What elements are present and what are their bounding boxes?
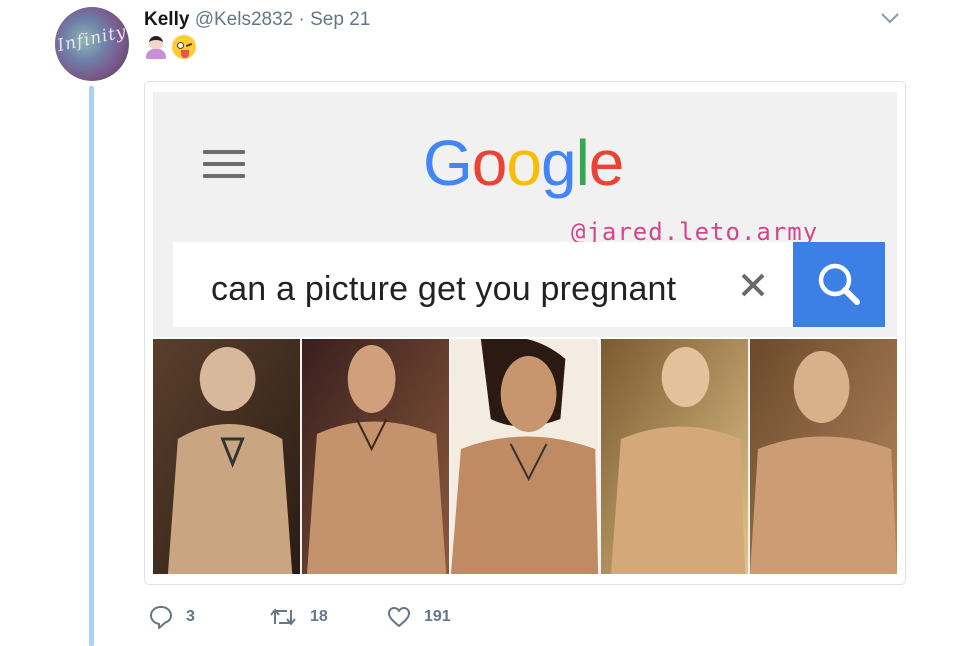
- search-icon: [818, 263, 860, 305]
- winking-face-with-tongue-icon: [172, 35, 196, 59]
- search-bar: can a picture get you pregnant: [173, 242, 793, 327]
- avatar[interactable]: Infinity: [55, 7, 129, 81]
- clear-icon: [738, 270, 768, 300]
- search-button: [793, 242, 885, 327]
- google-logo-letter: g: [540, 127, 577, 199]
- reply-icon: [150, 606, 172, 629]
- thread-connector-line: [89, 86, 94, 646]
- photo-1: [153, 339, 301, 574]
- google-logo-letter: e: [588, 127, 625, 199]
- author-name[interactable]: Kelly: [144, 9, 189, 30]
- reply-button[interactable]: 3: [148, 603, 268, 631]
- google-logo: Google: [423, 126, 625, 200]
- chevron-down-icon[interactable]: [878, 8, 902, 28]
- google-logo-letter: G: [423, 127, 473, 199]
- tweet-date[interactable]: Sep 21: [310, 9, 370, 30]
- author-handle[interactable]: @Kels2832: [195, 9, 294, 30]
- like-button[interactable]: 191: [386, 603, 506, 631]
- google-logo-letter: l: [575, 127, 590, 199]
- like-count: 191: [424, 608, 451, 625]
- tweet-text: [144, 35, 196, 59]
- retweet-button[interactable]: 18: [268, 603, 386, 631]
- tweet-actions: 3 18 191: [148, 603, 506, 631]
- heart-icon: [388, 607, 410, 627]
- avatar-text: Infinity: [55, 21, 129, 57]
- google-screenshot: Google @jared.leto.army can a picture ge…: [153, 92, 897, 337]
- google-logo-letter: o: [506, 127, 542, 199]
- tweet-media-image[interactable]: Google @jared.leto.army can a picture ge…: [144, 81, 906, 585]
- tweet-header: Kelly @Kels2832 · Sep 21: [144, 9, 370, 31]
- woman-tipping-hand-icon: [144, 35, 168, 59]
- photo-4: [598, 339, 748, 574]
- photo-3: [449, 339, 599, 574]
- header-separator: ·: [298, 9, 305, 30]
- google-logo-letter: o: [471, 127, 508, 199]
- photo-5: [747, 339, 898, 574]
- reply-count: 3: [186, 608, 195, 625]
- hamburger-menu-icon: [203, 150, 245, 178]
- retweet-count: 18: [310, 608, 328, 625]
- retweet-icon: [270, 609, 296, 625]
- search-query: can a picture get you pregnant: [211, 270, 677, 308]
- photo-2: [300, 339, 450, 574]
- photo-strip: [153, 339, 898, 574]
